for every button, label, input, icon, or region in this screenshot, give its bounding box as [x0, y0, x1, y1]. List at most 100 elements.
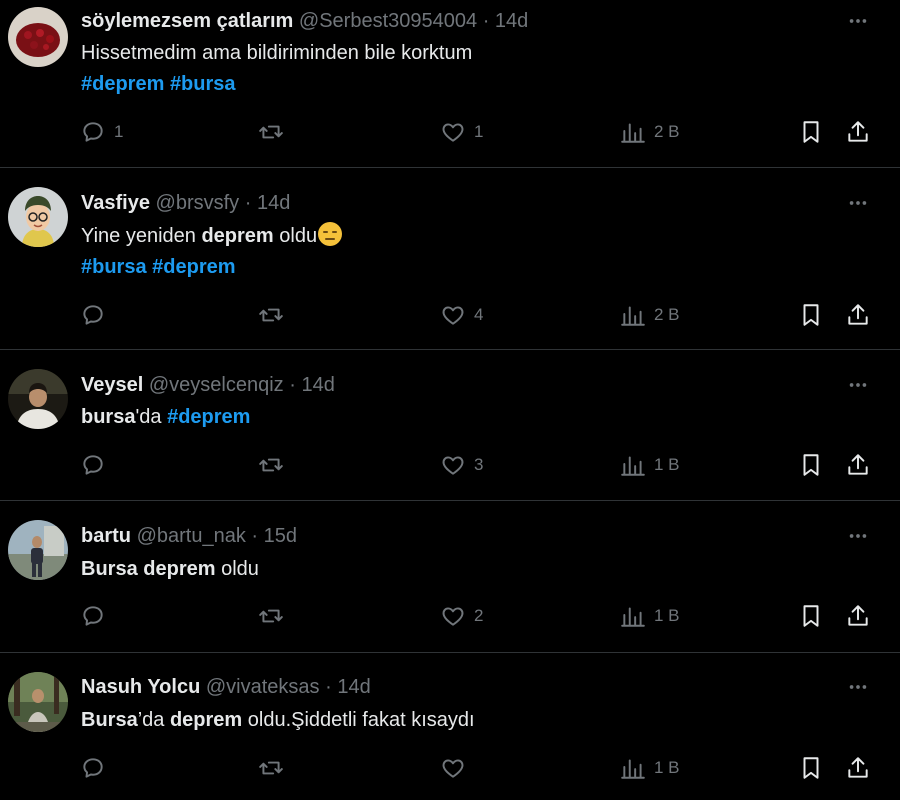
heart-icon — [442, 306, 464, 325]
reply-button[interactable] — [80, 452, 124, 478]
share-button[interactable] — [845, 302, 879, 328]
repost-button[interactable] — [258, 755, 302, 781]
timestamp[interactable]: 14d — [257, 192, 290, 214]
hashtag[interactable]: #bursa — [81, 256, 147, 278]
author-handle[interactable]: @brsvsfy — [156, 192, 240, 214]
bookmark-icon — [803, 121, 819, 143]
highlight-term: deprem — [143, 558, 216, 580]
author-handle[interactable]: @veyselcenqiz — [149, 374, 284, 396]
share-icon — [848, 454, 868, 475]
highlight-term: deprem — [169, 709, 243, 731]
like-count: 2 — [474, 606, 484, 625]
hashtag[interactable]: #bursa — [170, 73, 236, 95]
avatar[interactable] — [8, 672, 68, 732]
bookmark-button[interactable] — [798, 119, 832, 145]
highlight-term: Bursa — [81, 709, 138, 731]
share-icon — [848, 304, 868, 325]
author-name[interactable]: söylemezsem çatlarım — [81, 10, 293, 32]
tweet-text: bursa'da #deprem — [81, 402, 250, 433]
more-options-icon[interactable] — [846, 524, 870, 548]
text-segment: Yine yeniden — [81, 225, 202, 247]
views-chart-icon — [621, 607, 645, 627]
views-button[interactable]: 1 B — [620, 755, 680, 781]
bookmark-icon — [803, 454, 819, 476]
like-button[interactable]: 3 — [440, 452, 484, 478]
reply-button[interactable] — [80, 603, 124, 629]
author-handle[interactable]: @Serbest30954004 — [299, 10, 477, 32]
views-chart-icon — [621, 759, 645, 779]
view-count: 2 B — [654, 305, 680, 324]
views-button[interactable]: 2 B — [620, 119, 680, 145]
timestamp[interactable]: 14d — [495, 10, 528, 32]
avatar[interactable] — [8, 187, 68, 247]
share-button[interactable] — [845, 755, 879, 781]
text-line: Hissetmedim ama bildiriminden bile korkt… — [81, 42, 473, 64]
share-button[interactable] — [845, 603, 879, 629]
bookmark-button[interactable] — [798, 452, 832, 478]
avatar[interactable] — [8, 7, 68, 67]
author-name[interactable]: Nasuh Yolcu — [81, 676, 200, 698]
timestamp[interactable]: 15d — [264, 525, 297, 547]
author-name[interactable]: Veysel — [81, 374, 143, 396]
reply-icon — [83, 122, 103, 142]
tweet-header: Nasuh Yolcu @vivateksas · 14d — [81, 676, 371, 699]
action-bar: 1 1 2 B — [80, 119, 880, 149]
more-options-icon[interactable] — [846, 373, 870, 397]
share-icon — [848, 121, 868, 142]
hashtag[interactable]: #deprem — [81, 73, 164, 95]
avatar[interactable] — [8, 520, 68, 580]
like-button[interactable]: 1 — [440, 119, 484, 145]
like-button[interactable]: 2 — [440, 603, 484, 629]
tweet[interactable]: bartu @bartu_nak · 15d Bursa deprem oldu — [0, 501, 900, 653]
tweet[interactable]: söylemezsem çatlarım @Serbest30954004 · … — [0, 0, 900, 168]
views-button[interactable]: 1 B — [620, 452, 680, 478]
author-name[interactable]: bartu — [81, 525, 131, 547]
like-button[interactable] — [440, 755, 484, 781]
share-button[interactable] — [845, 452, 879, 478]
highlight-term: bursa — [81, 406, 136, 428]
text-segment: ’da — [137, 709, 170, 731]
repost-button[interactable] — [258, 119, 302, 145]
bookmark-button[interactable] — [798, 603, 832, 629]
views-button[interactable]: 1 B — [620, 603, 680, 629]
heart-icon — [442, 456, 464, 475]
repost-button[interactable] — [258, 603, 302, 629]
reply-button[interactable] — [80, 755, 124, 781]
reply-button[interactable]: 1 — [80, 119, 124, 145]
repost-button[interactable] — [258, 302, 302, 328]
hashtag[interactable]: #deprem — [167, 406, 250, 428]
hashtag[interactable]: #deprem — [152, 256, 235, 278]
timestamp[interactable]: 14d — [301, 374, 334, 396]
more-options-icon[interactable] — [846, 675, 870, 699]
bookmark-icon — [803, 757, 819, 779]
views-button[interactable]: 2 B — [620, 302, 680, 328]
tweet[interactable]: Veysel @veyselcenqiz · 14d bursa'da #dep… — [0, 350, 900, 501]
view-count: 2 B — [654, 122, 680, 141]
more-options-icon[interactable] — [846, 9, 870, 33]
views-chart-icon — [621, 123, 645, 143]
repost-button[interactable] — [258, 452, 302, 478]
bookmark-button[interactable] — [798, 755, 832, 781]
like-button[interactable]: 4 — [440, 302, 484, 328]
author-name[interactable]: Vasfiye — [81, 192, 150, 214]
expressionless-face-emoji — [318, 222, 343, 246]
tweet-feed: söylemezsem çatlarım @Serbest30954004 · … — [0, 0, 900, 800]
text-line: Bursa deprem oldu — [81, 554, 259, 585]
reply-button[interactable] — [80, 302, 124, 328]
separator: · — [482, 10, 490, 32]
more-options-icon[interactable] — [846, 191, 870, 215]
text-segment: oldu.Şiddetli fakat kısaydı — [242, 709, 475, 731]
tweet[interactable]: Vasfiye @brsvsfy · 14d Yine yeniden depr… — [0, 168, 900, 350]
like-count: 3 — [474, 455, 484, 474]
author-handle[interactable]: @vivateksas — [206, 676, 320, 698]
tweet[interactable]: Nasuh Yolcu @vivateksas · 14d Bursa’da d… — [0, 653, 900, 800]
repost-icon — [259, 609, 283, 623]
bookmark-button[interactable] — [798, 302, 832, 328]
text-line: bursa'da #deprem — [81, 402, 250, 433]
repost-icon — [259, 761, 283, 775]
author-handle[interactable]: @bartu_nak — [137, 525, 246, 547]
avatar[interactable] — [8, 369, 68, 429]
separator: · — [244, 192, 252, 214]
share-button[interactable] — [845, 119, 879, 145]
timestamp[interactable]: 14d — [337, 676, 370, 698]
